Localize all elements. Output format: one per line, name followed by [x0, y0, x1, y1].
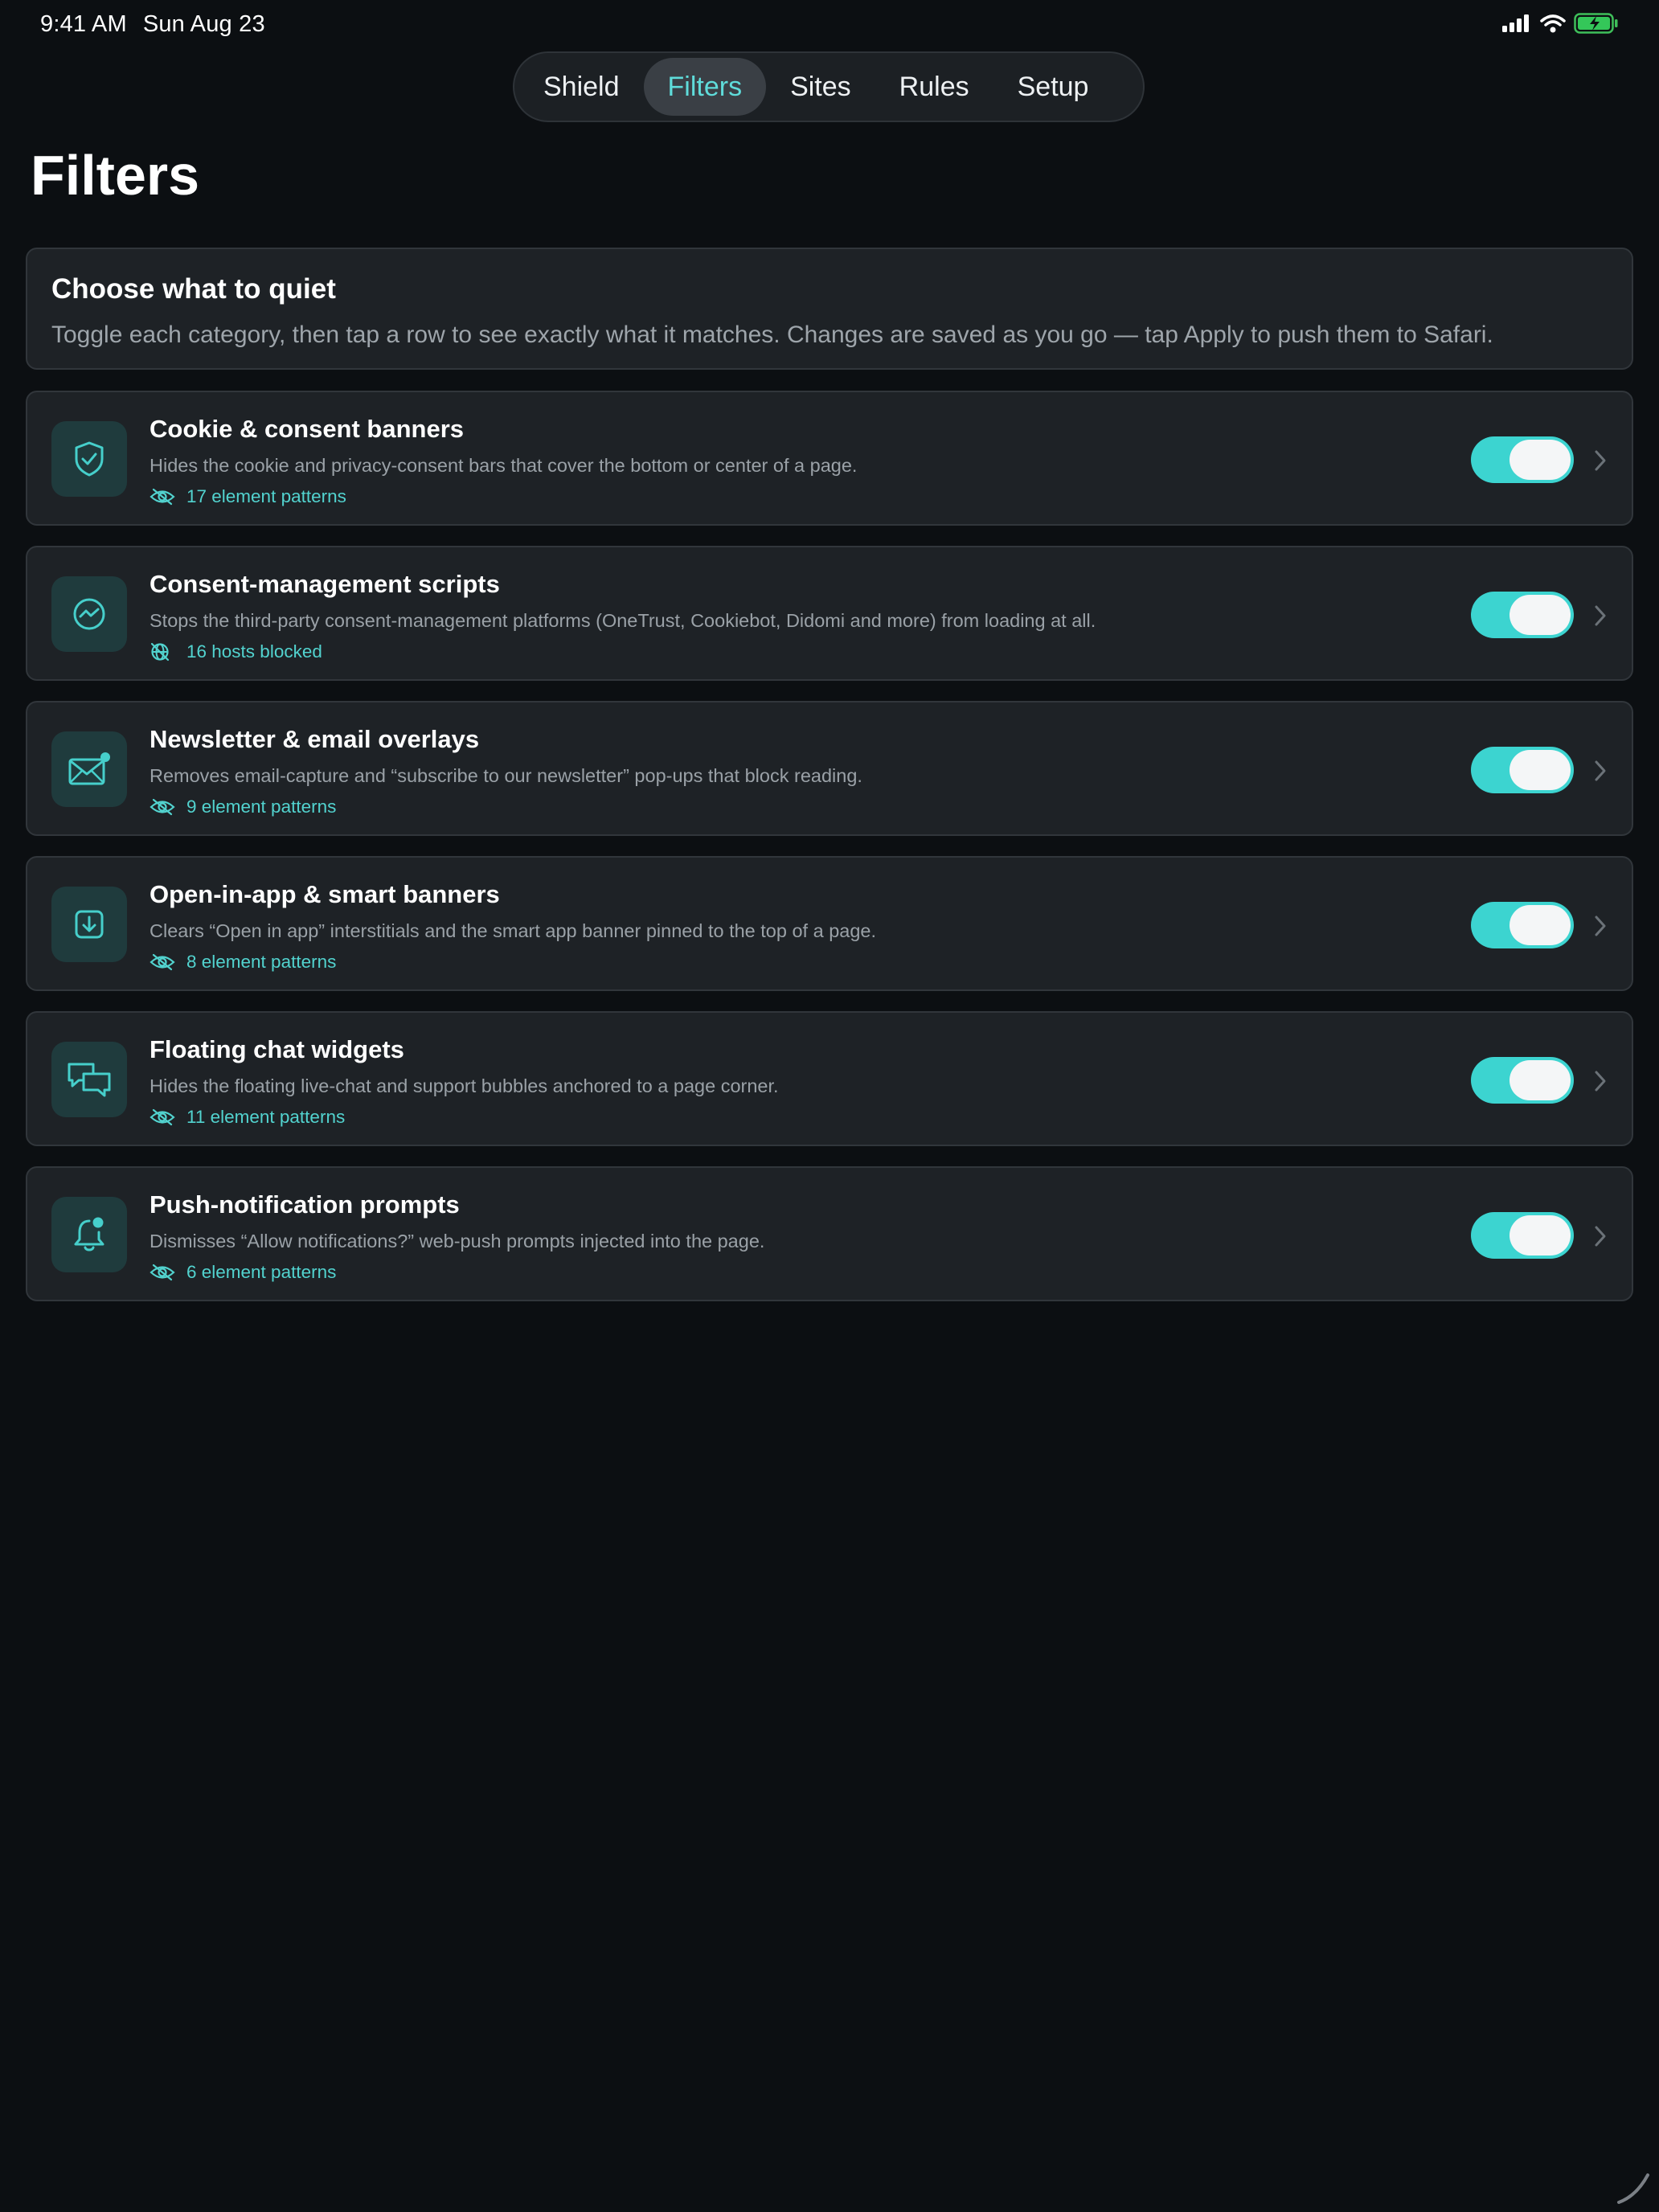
bell-badge-icon — [51, 1197, 127, 1272]
tab-filters[interactable]: Filters — [643, 58, 767, 116]
chevron-right-icon — [1595, 450, 1606, 471]
chat-bubbles-icon — [51, 1042, 127, 1117]
toggle-knob — [1509, 1060, 1571, 1100]
filter-description: Dismisses “Allow notifications?” web-pus… — [150, 1231, 765, 1251]
filter-meta-label: 16 hosts blocked — [186, 641, 322, 662]
tab-rules[interactable]: Rules — [875, 58, 993, 116]
tab-sites[interactable]: Sites — [766, 58, 875, 116]
filter-meta: 16 hosts blocked — [150, 641, 1423, 662]
filter-meta: 9 element patterns — [150, 797, 1423, 817]
filter-meta-label: 17 element patterns — [186, 486, 346, 506]
tab-setup[interactable]: Setup — [993, 58, 1113, 116]
filter-meta: 8 element patterns — [150, 952, 1423, 973]
filter-toggle[interactable] — [1471, 592, 1574, 638]
cellular-signal-icon — [1501, 14, 1532, 37]
eye-slash-icon — [150, 1264, 175, 1281]
filter-description: Removes email-capture and “subscribe to … — [150, 765, 862, 786]
filter-row-newsletter[interactable]: Newsletter & email overlays Removes emai… — [26, 701, 1633, 836]
resize-handle-icon[interactable] — [1612, 2167, 1653, 2207]
envelope-badge-icon — [51, 731, 127, 807]
intro-text: Toggle each category, then tap a row to … — [51, 322, 1493, 348]
script-signal-icon — [51, 576, 127, 652]
filter-meta: 6 element patterns — [150, 1262, 1423, 1283]
filter-meta-label: 6 element patterns — [186, 1262, 337, 1282]
intro-heading: Choose what to quiet — [51, 273, 336, 305]
filter-meta: 11 element patterns — [150, 1107, 1423, 1128]
filter-toggle[interactable] — [1471, 436, 1574, 483]
filter-title: Consent-management scripts — [150, 570, 500, 598]
filter-toggle[interactable] — [1471, 1057, 1574, 1104]
network-blocked-icon — [150, 642, 175, 662]
status-time: 9:41 AM — [40, 11, 127, 37]
filter-meta-label: 8 element patterns — [186, 952, 337, 972]
toggle-knob — [1509, 595, 1571, 635]
filter-row-body: Push-notification prompts Dismisses “All… — [150, 1190, 1423, 1283]
toggle-knob — [1509, 440, 1571, 480]
battery-charging-icon — [1574, 13, 1619, 38]
chevron-right-icon — [1595, 760, 1606, 781]
filter-row-body: Newsletter & email overlays Removes emai… — [150, 725, 1423, 817]
filter-description: Stops the third-party consent-management… — [150, 610, 1096, 631]
status-time-date: 9:41 AM Sun Aug 23 — [40, 11, 265, 38]
filter-title: Cookie & consent banners — [150, 415, 465, 443]
filter-meta: 17 element patterns — [150, 486, 1423, 507]
status-bar: 9:41 AM Sun Aug 23 — [40, 11, 1619, 43]
toggle-knob — [1509, 905, 1571, 945]
filter-row-body: Consent-management scripts Stops the thi… — [150, 570, 1423, 662]
filter-title: Open-in-app & smart banners — [150, 880, 500, 908]
eye-slash-icon — [150, 953, 175, 971]
tab-bar: Shield Filters Sites Rules Setup — [513, 51, 1145, 122]
filter-title: Newsletter & email overlays — [150, 725, 480, 753]
filter-description: Hides the cookie and privacy-consent bar… — [150, 455, 858, 476]
page-title: Filters — [31, 144, 200, 207]
filter-toggle[interactable] — [1471, 747, 1574, 793]
filter-row-chat-widgets[interactable]: Floating chat widgets Hides the floating… — [26, 1011, 1633, 1146]
filter-row-body: Cookie & consent banners Hides the cooki… — [150, 415, 1423, 507]
filter-row-consent-scripts[interactable]: Consent-management scripts Stops the thi… — [26, 546, 1633, 681]
eye-slash-icon — [150, 488, 175, 506]
eye-slash-icon — [150, 798, 175, 816]
intro-card: Choose what to quiet Toggle each categor… — [26, 248, 1633, 370]
filter-title: Floating chat widgets — [150, 1035, 404, 1063]
filter-row-open-in-app[interactable]: Open-in-app & smart banners Clears “Open… — [26, 856, 1633, 991]
filter-row-body: Floating chat widgets Hides the floating… — [150, 1035, 1423, 1128]
toggle-knob — [1509, 1215, 1571, 1256]
toggle-knob — [1509, 750, 1571, 790]
chevron-right-icon — [1595, 605, 1606, 626]
filters-screen: 9:41 AM Sun Aug 23 Shield Filters Sites … — [0, 0, 1659, 2212]
filter-title: Push-notification prompts — [150, 1190, 460, 1219]
status-date: Sun Aug 23 — [142, 11, 265, 37]
filter-description: Hides the floating live-chat and support… — [150, 1075, 779, 1096]
filter-toggle[interactable] — [1471, 902, 1574, 948]
filter-meta-label: 11 element patterns — [186, 1107, 346, 1127]
filter-row-push-prompts[interactable]: Push-notification prompts Dismisses “All… — [26, 1166, 1633, 1301]
filter-row-body: Open-in-app & smart banners Clears “Open… — [150, 880, 1423, 973]
chevron-right-icon — [1595, 1226, 1606, 1247]
filter-row-cookie-banners[interactable]: Cookie & consent banners Hides the cooki… — [26, 391, 1633, 526]
download-box-icon — [51, 887, 127, 962]
eye-slash-icon — [150, 1108, 175, 1126]
filter-toggle[interactable] — [1471, 1212, 1574, 1259]
filter-meta-label: 9 element patterns — [186, 797, 337, 817]
tab-shield[interactable]: Shield — [519, 58, 644, 116]
wifi-icon — [1540, 14, 1566, 37]
filter-description: Clears “Open in app” interstitials and t… — [150, 920, 877, 941]
status-icons — [1501, 13, 1619, 38]
shield-check-icon — [51, 421, 127, 497]
chevron-right-icon — [1595, 916, 1606, 936]
chevron-right-icon — [1595, 1071, 1606, 1092]
